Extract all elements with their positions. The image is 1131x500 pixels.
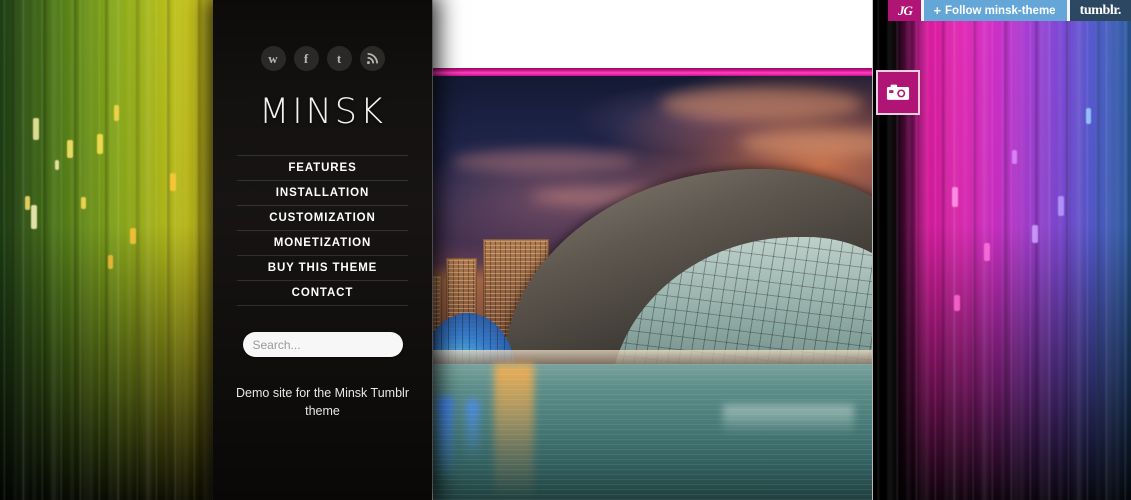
photo-reflection (722, 405, 855, 435)
accent-divider (432, 68, 873, 76)
tumblr-logo[interactable]: tumblr. (1069, 0, 1131, 21)
social-rss-icon[interactable] (359, 46, 385, 71)
social-facebook-icon[interactable]: f (293, 46, 319, 71)
search-box (242, 332, 403, 357)
background-spark (108, 255, 113, 269)
content-column (432, 0, 873, 500)
page-root: w f t MINSK FEATURES INSTALLATION CUSTOM… (0, 0, 1131, 500)
site-title: MINSK (259, 92, 386, 132)
camera-icon (886, 84, 910, 100)
background-spark (81, 197, 86, 209)
search-input[interactable] (242, 337, 403, 352)
photo-cloud (661, 86, 864, 121)
social-twitter-icon[interactable]: t (326, 46, 352, 71)
background-spark (984, 243, 990, 261)
follow-button[interactable]: + Follow minsk-theme (921, 0, 1070, 21)
background-spark (130, 228, 136, 244)
sidebar: w f t MINSK FEATURES INSTALLATION CUSTOM… (213, 0, 432, 500)
nav-item-installation[interactable]: INSTALLATION (237, 180, 408, 205)
background-spark (954, 295, 960, 311)
photo-cloud (740, 128, 872, 158)
nav-item-buy-this-theme[interactable]: BUY THIS THEME (237, 255, 408, 280)
background-spark (1058, 196, 1064, 216)
nav-item-features[interactable]: FEATURES (237, 155, 408, 180)
nav-item-customization[interactable]: CUSTOMIZATION (237, 205, 408, 230)
social-icon-glyph: f (303, 50, 309, 66)
post-photo[interactable] (432, 76, 873, 500)
background-spark (1086, 108, 1091, 124)
post-type-camera-badge[interactable] (876, 70, 920, 115)
social-links: w f t (213, 46, 432, 71)
post-header-area (432, 0, 873, 68)
tumblr-controls-bar: JG + Follow minsk-theme tumblr. (888, 0, 1131, 21)
background-spark (1012, 150, 1017, 164)
background-spark (67, 140, 73, 158)
nav-item-contact[interactable]: CONTACT (237, 280, 408, 306)
background-spark (33, 118, 39, 140)
photo-water (433, 364, 872, 500)
nav-item-monetization[interactable]: MONETIZATION (237, 230, 408, 255)
background-spark (114, 105, 119, 121)
social-wordpress-icon[interactable]: w (260, 46, 286, 71)
user-avatar[interactable]: JG (888, 0, 922, 21)
photo-reflection (437, 396, 453, 482)
background-spark (25, 196, 30, 210)
background-spark (952, 187, 958, 207)
main-navigation: FEATURES INSTALLATION CUSTOMIZATION MONE… (213, 155, 432, 306)
background-spark (97, 134, 103, 154)
photo-reflection (494, 364, 534, 500)
plus-icon: + (933, 3, 942, 18)
background-spark (55, 160, 59, 170)
follow-button-label: Follow minsk-theme (945, 4, 1056, 17)
photo-cloud (450, 149, 635, 174)
photo-reflection (465, 399, 480, 460)
background-spark (170, 173, 176, 191)
background-spark (1032, 225, 1038, 243)
social-icon-glyph: w (268, 50, 278, 66)
social-icon-glyph: t (336, 50, 342, 66)
site-description: Demo site for the Minsk Tumblr theme (236, 386, 409, 419)
background-spark (31, 205, 37, 229)
